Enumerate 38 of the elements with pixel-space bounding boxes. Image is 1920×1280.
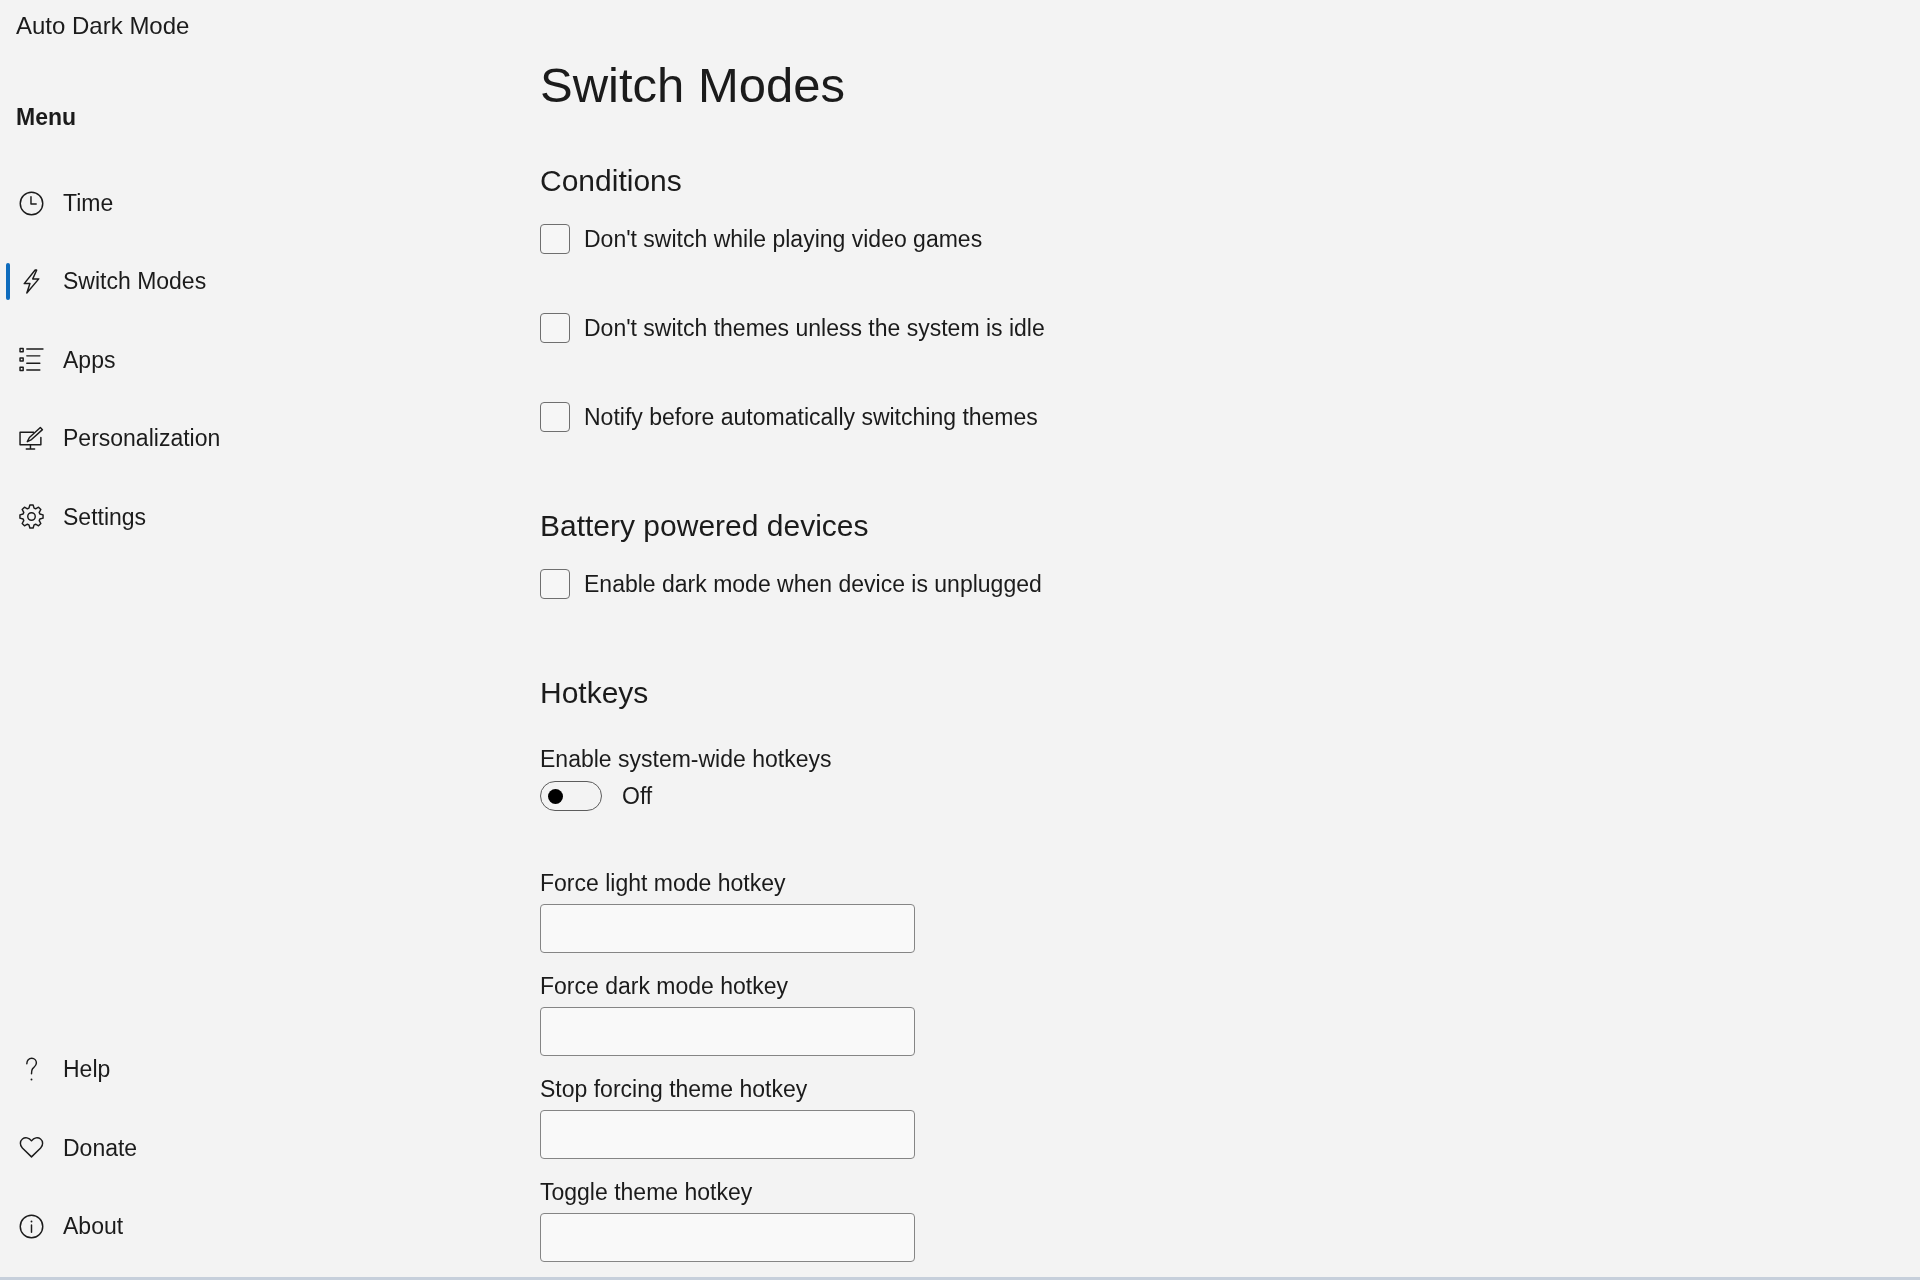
toggle-state-text: Off (622, 782, 653, 811)
hotkey-field[interactable] (540, 1007, 915, 1056)
hotkey-field[interactable] (540, 1213, 915, 1262)
hotkey-field[interactable] (540, 1110, 915, 1159)
checkbox-label: Don't switch while playing video games (584, 225, 983, 254)
checkbox-label: Don't switch themes unless the system is idle (584, 314, 1045, 343)
checkbox[interactable] (540, 402, 570, 432)
checkbox-label: Notify before automatically switching themes (584, 403, 1038, 432)
info-icon (18, 1213, 44, 1239)
menu-heading: Menu (16, 103, 77, 132)
hotkey-field[interactable] (540, 904, 915, 953)
checkbox[interactable] (540, 313, 570, 343)
nav-item[interactable]: Settings (4, 481, 424, 552)
section-heading: Battery powered devices (540, 508, 869, 544)
nav-item[interactable]: Apps (4, 324, 424, 395)
list-icon (18, 347, 44, 373)
nav-item[interactable]: Donate (4, 1112, 424, 1183)
settings-icon (18, 504, 44, 530)
monitor-pen-icon (18, 425, 44, 451)
nav-item[interactable]: Help (4, 1034, 424, 1105)
field-label: Toggle theme hotkey (540, 1178, 753, 1207)
field-label: Force light mode hotkey (540, 869, 786, 898)
field-label: Stop forcing theme hotkey (540, 1075, 808, 1104)
section-heading: Conditions (540, 163, 682, 199)
app-title: Auto Dark Mode (16, 11, 190, 41)
nav-item[interactable]: Switch Modes (4, 246, 424, 317)
checkbox[interactable] (540, 569, 570, 599)
section-heading: Hotkeys (540, 675, 649, 711)
checkbox-label: Enable dark mode when device is unplugged (584, 570, 1042, 599)
page-title: Switch Modes (540, 57, 845, 114)
clock-icon (18, 190, 44, 216)
field-label: Force dark mode hotkey (540, 972, 788, 1001)
nav-item[interactable]: Time (4, 168, 424, 238)
toggle-label: Enable system-wide hotkeys (540, 745, 832, 774)
heart-icon (18, 1135, 44, 1161)
nav-item[interactable]: About (4, 1191, 424, 1261)
nav-item[interactable]: Personalization (4, 403, 424, 474)
checkbox[interactable] (540, 224, 570, 254)
